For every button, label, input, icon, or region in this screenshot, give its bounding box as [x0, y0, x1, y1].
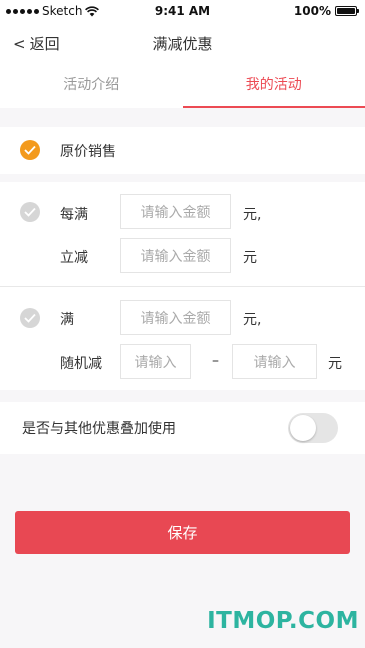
tab-my-activity[interactable]: 我的活动 [182, 66, 365, 108]
reduce-label: 立减 [60, 250, 88, 266]
back-button[interactable]: < 返回 [13, 33, 60, 54]
check-icon [24, 207, 36, 217]
back-chevron-icon: < [13, 34, 26, 53]
watermark-logo: ITMOP.COM [207, 608, 359, 634]
check-icon [24, 145, 36, 155]
stack-discount-label: 是否与其他优惠叠加使用 [22, 421, 176, 437]
every-full-unit: 元, [243, 207, 262, 223]
original-price-radio[interactable] [20, 140, 40, 160]
reduce-amount-input[interactable]: 请输入金额 [120, 238, 231, 273]
full-label: 满 [60, 312, 74, 328]
battery-icon [335, 6, 359, 16]
back-label: 返回 [29, 35, 60, 53]
battery-fill [337, 8, 355, 14]
full-unit: 元, [243, 312, 262, 328]
range-dash: – [212, 353, 219, 369]
battery-percent: 100% [293, 4, 331, 18]
stack-discount-card: 是否与其他优惠叠加使用 [0, 402, 365, 454]
divider [0, 286, 365, 287]
random-min-input[interactable]: 请输入 [120, 344, 191, 379]
toggle-knob [290, 415, 316, 441]
full-amount-input[interactable]: 请输入金额 [120, 300, 231, 335]
every-full-label: 每满 [60, 207, 88, 223]
save-button[interactable]: 保存 [15, 511, 350, 554]
status-bar: Sketch 9:41 AM 100% [0, 0, 365, 22]
reduction-options-card: 每满 请输入金额 元, 立减 请输入金额 元 满 请输入金额 元, 随机减 请输… [0, 182, 365, 390]
original-price-card: 原价销售 [0, 127, 365, 174]
random-reduce-label: 随机减 [60, 356, 102, 372]
random-max-input[interactable]: 请输入 [232, 344, 317, 379]
random-range-unit: 元 [328, 356, 342, 372]
random-reduction-radio[interactable] [20, 308, 40, 328]
tab-intro[interactable]: 活动介绍 [0, 66, 183, 108]
every-full-radio[interactable] [20, 202, 40, 222]
stack-discount-toggle[interactable] [288, 413, 338, 443]
tab-bar: 活动介绍 我的活动 [0, 66, 365, 108]
original-price-label: 原价销售 [60, 144, 116, 160]
nav-bar: < 返回 满减优惠 [0, 22, 365, 66]
check-icon [24, 313, 36, 323]
every-full-amount-input[interactable]: 请输入金额 [120, 194, 231, 229]
reduce-unit: 元 [243, 250, 257, 266]
status-right: 100% [293, 4, 359, 18]
